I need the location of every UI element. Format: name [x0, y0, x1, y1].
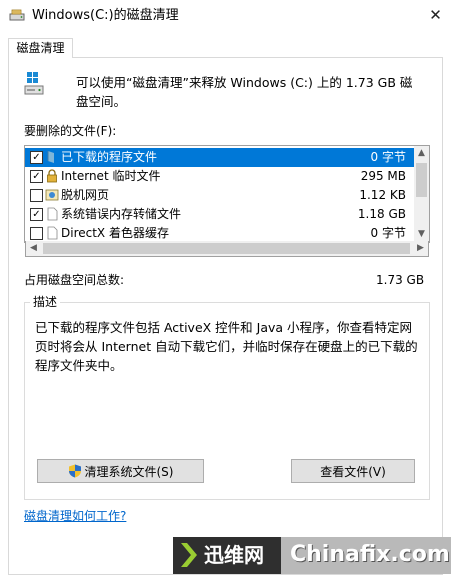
total-space-label: 占用磁盘空间总数:: [24, 273, 125, 287]
file-name: 脱机网页: [61, 188, 110, 202]
description-text: 已下载的程序文件包括 ActiveX 控件和 Java 小程序，你查看特定网页时…: [35, 320, 418, 373]
scroll-down-icon[interactable]: ▼: [414, 227, 429, 242]
scroll-left-icon[interactable]: ◀: [26, 241, 41, 256]
file-size: 1.12 KB: [359, 188, 406, 202]
file-name: Internet 临时文件: [61, 169, 161, 183]
close-button[interactable]: ✕: [420, 0, 451, 31]
list-item[interactable]: ✓ Internet 临时文件 295 MB: [25, 167, 414, 186]
file-name: 已下载的程序文件: [61, 150, 158, 164]
tab-label: 磁盘清理: [16, 41, 65, 55]
files-to-delete-label: 要删除的文件(F):: [24, 124, 117, 138]
files-listbox[interactable]: ✓ 已下载的程序文件 0 字节 ✓ Internet 临时文件 295 MB 脱…: [24, 145, 430, 243]
file-icon: [47, 207, 58, 221]
disk-cleanup-icon: [9, 9, 25, 21]
tab-disk-cleanup[interactable]: 磁盘清理: [8, 38, 73, 58]
checkbox[interactable]: [30, 227, 43, 240]
lock-icon: [47, 169, 57, 183]
uac-shield-icon: [68, 464, 81, 478]
scroll-right-icon[interactable]: ▶: [413, 241, 428, 256]
watermark-en: Chinafix.com: [290, 542, 450, 567]
description-title: 描述: [30, 294, 61, 310]
horizontal-scrollbar[interactable]: ◀ ▶: [25, 241, 429, 257]
folder-icon: [47, 151, 54, 163]
how-it-works-link[interactable]: 磁盘清理如何工作?: [24, 508, 126, 524]
intro-text: 可以使用“磁盘清理”来释放 Windows (C:) 上的 1.73 GB 磁盘…: [76, 75, 413, 109]
clean-system-files-button[interactable]: 清理系统文件(S): [37, 459, 204, 483]
window-title: Windows(C:)的磁盘清理: [32, 8, 179, 23]
scroll-thumb[interactable]: [416, 163, 427, 197]
list-item[interactable]: ✓ 已下载的程序文件 0 字节: [25, 148, 414, 167]
checkbox[interactable]: ✓: [30, 151, 43, 164]
file-icon: [47, 226, 58, 240]
checkbox[interactable]: [30, 189, 43, 202]
scroll-up-icon[interactable]: ▲: [414, 146, 429, 161]
list-item[interactable]: 脱机网页 1.12 KB: [25, 186, 414, 205]
file-size: 1.18 GB: [357, 207, 406, 221]
watermark-logo-icon: [181, 543, 197, 567]
clean-system-files-label: 清理系统文件(S): [84, 465, 174, 479]
checkbox[interactable]: ✓: [30, 170, 43, 183]
offline-page-icon: [45, 189, 59, 201]
file-size: 295 MB: [360, 169, 406, 183]
drive-icon: [24, 72, 44, 95]
view-files-button[interactable]: 查看文件(V): [291, 459, 415, 483]
file-size: 0 字节: [370, 150, 406, 164]
vertical-scrollbar[interactable]: ▲ ▼: [414, 146, 429, 242]
checkbox[interactable]: ✓: [30, 208, 43, 221]
scroll-thumb[interactable]: [43, 243, 410, 254]
list-item[interactable]: ✓ 系统错误内存转储文件 1.18 GB: [25, 205, 414, 224]
watermark-cn: 迅维网: [204, 543, 264, 567]
total-space-value: 1.73 GB: [376, 273, 425, 287]
file-name: 系统错误内存转储文件: [61, 207, 182, 221]
